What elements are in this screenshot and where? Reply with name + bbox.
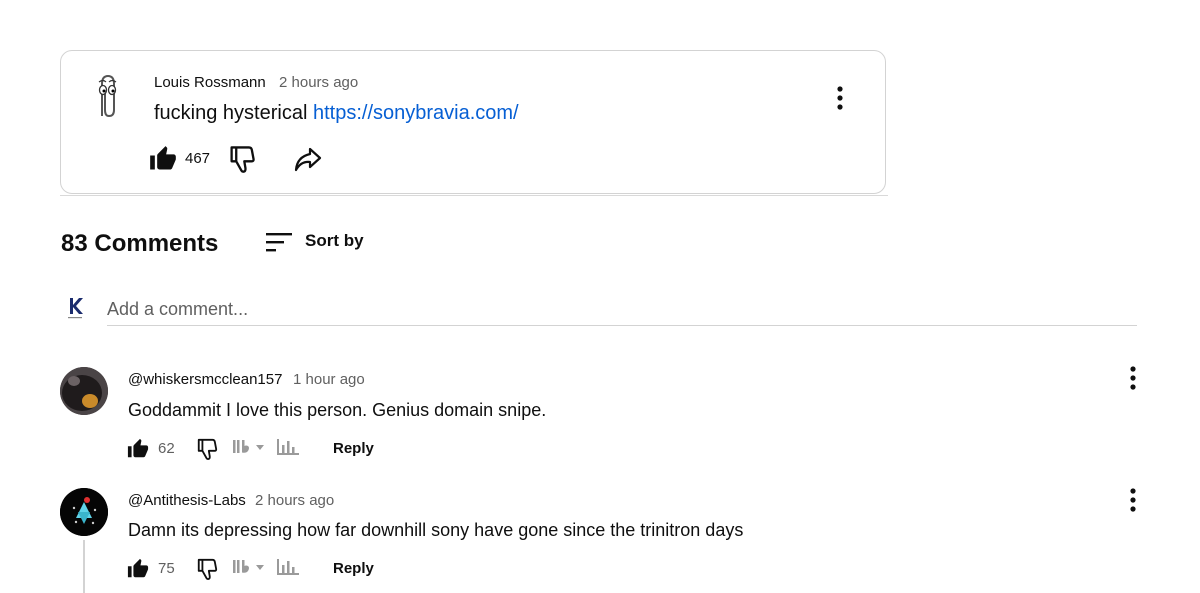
post-text: fucking hysterical (154, 102, 313, 124)
post-author[interactable]: Louis Rossmann (154, 74, 266, 91)
comment-like-count: 62 (158, 440, 175, 457)
more-vert-icon[interactable] (1125, 364, 1141, 392)
extension-dropdown-icon[interactable] (232, 558, 266, 576)
thread-line (83, 540, 85, 593)
post-body: fucking hysterical https://sonybravia.co… (154, 102, 519, 125)
comment-author[interactable]: @whiskersmcclean157 (128, 371, 282, 388)
comments-count: 83 Comments (61, 230, 219, 257)
paperclip-avatar-icon[interactable] (92, 72, 122, 122)
sort-by-button[interactable]: Sort by (305, 231, 364, 251)
user-avatar[interactable] (63, 295, 87, 321)
thumbs-up-icon[interactable] (127, 558, 149, 580)
share-icon[interactable] (293, 145, 323, 173)
comment-author[interactable]: @Antithesis-Labs (128, 492, 246, 509)
thumbs-down-icon[interactable] (196, 437, 218, 461)
sort-icon[interactable] (264, 230, 294, 254)
comment-text: Goddammit I love this person. Genius dom… (128, 400, 547, 420)
more-vert-icon[interactable] (1125, 486, 1141, 514)
comment-time[interactable]: 2 hours ago (255, 492, 334, 509)
comment-like-count: 75 (158, 560, 175, 577)
thumbs-up-icon[interactable] (127, 438, 149, 460)
stats-chart-icon[interactable] (276, 558, 300, 576)
comment-text: Damn its depressing how far downhill son… (128, 520, 744, 540)
logo-avatar-icon (60, 488, 108, 536)
commenter-avatar[interactable] (60, 367, 108, 415)
more-vert-icon[interactable] (830, 84, 850, 112)
post-divider (60, 195, 888, 196)
stats-chart-icon[interactable] (276, 438, 300, 456)
thumbs-up-icon[interactable] (149, 145, 177, 173)
reply-button[interactable]: Reply (333, 440, 374, 457)
thumbs-down-icon[interactable] (196, 557, 218, 581)
thumbs-down-icon[interactable] (228, 144, 256, 174)
commenter-avatar[interactable] (60, 488, 108, 536)
post-like-count: 467 (185, 150, 211, 167)
cat-photo-icon (60, 367, 108, 415)
extension-dropdown-icon[interactable] (232, 438, 266, 456)
reply-button[interactable]: Reply (333, 560, 374, 577)
post-time[interactable]: 2 hours ago (279, 74, 358, 91)
post-link[interactable]: https://sonybravia.com/ (313, 102, 519, 124)
add-comment-input[interactable] (107, 293, 1137, 326)
comment-time[interactable]: 1 hour ago (293, 371, 365, 388)
